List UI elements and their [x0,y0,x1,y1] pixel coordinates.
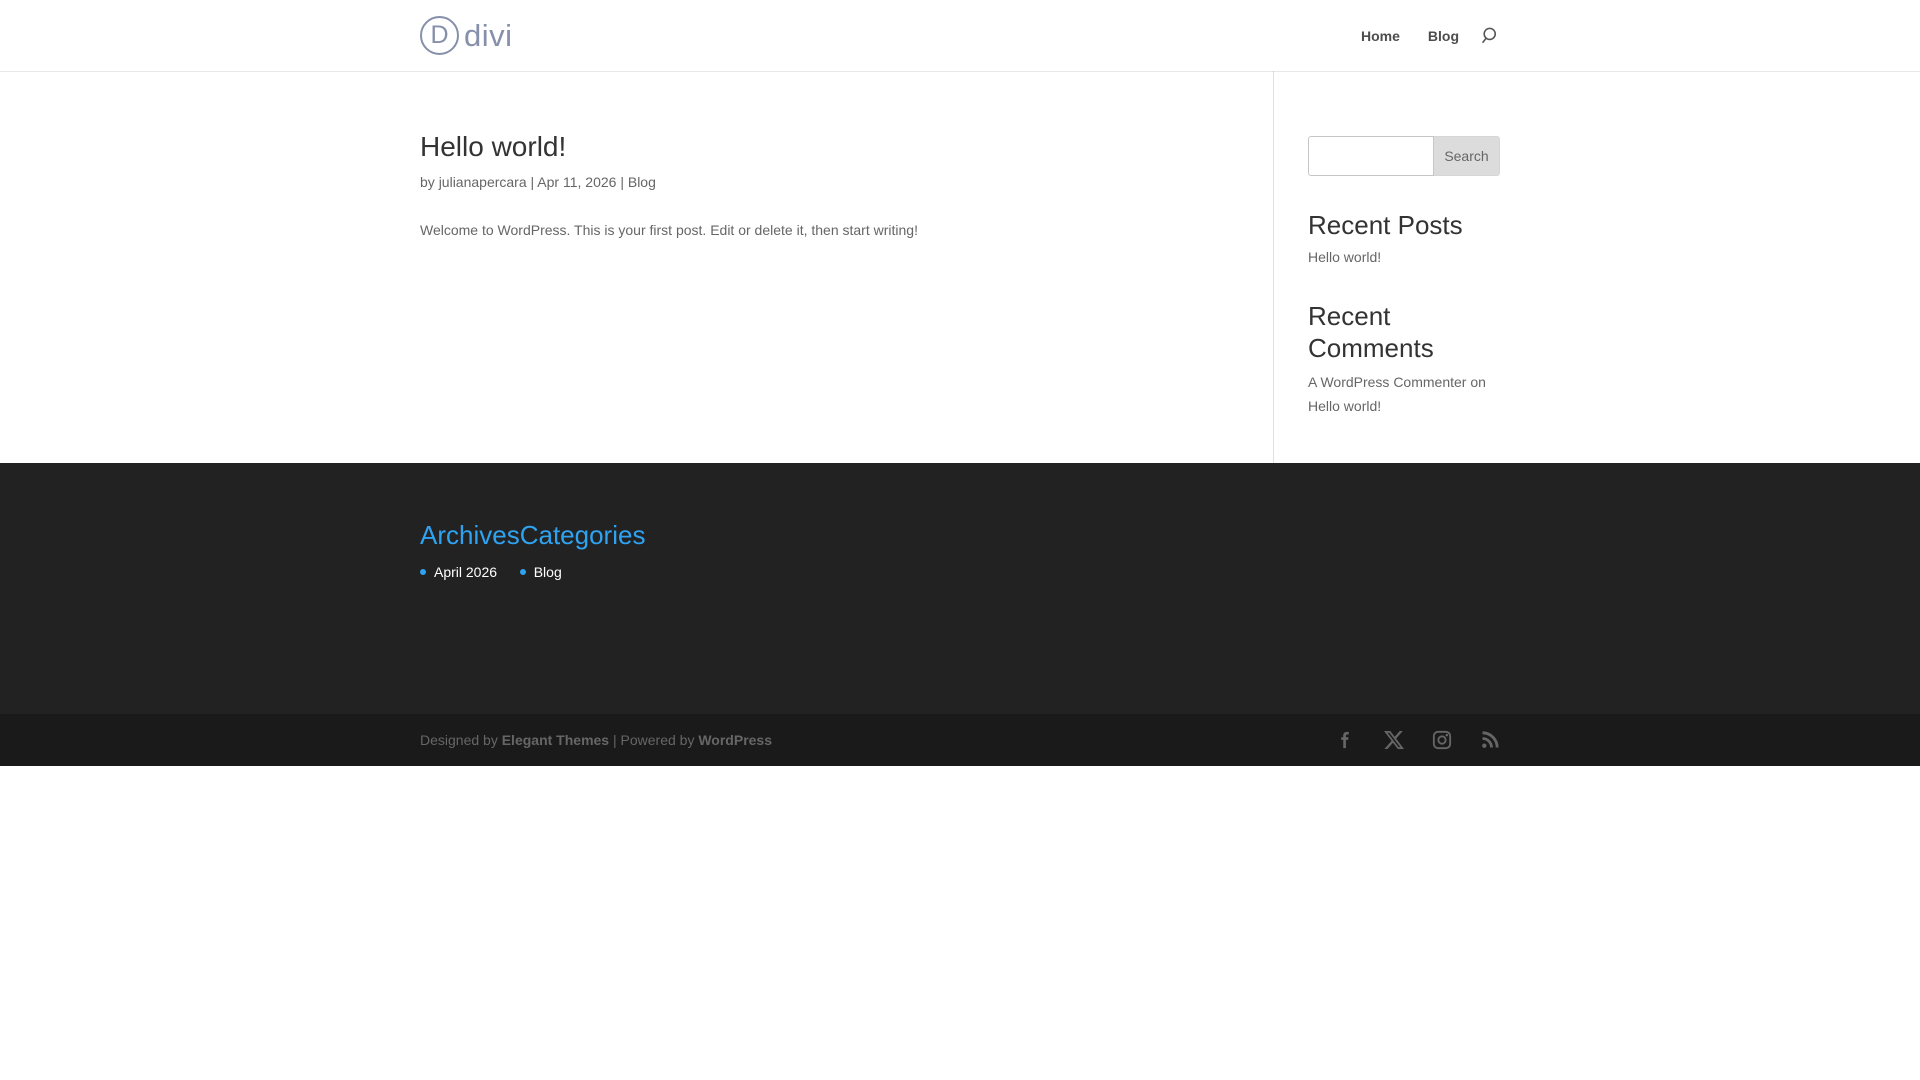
facebook-link[interactable] [1336,730,1356,750]
site-header: D divi Home Blog [0,0,1920,71]
page: D divi Home Blog Hello world! by juliana… [0,0,1920,766]
site-footer: Archives April 2026 Categories Blog Desi… [0,463,1920,766]
category-link[interactable]: Blog [628,174,656,190]
recent-post-link[interactable]: Hello world! [1308,247,1381,267]
meta-by-label: by [420,174,439,190]
x-link[interactable] [1384,730,1404,750]
facebook-icon [1341,731,1349,749]
categories-title: Categories [519,520,646,550]
post-article: Hello world! by julianapercara | Apr 11,… [420,71,1220,463]
logo-letter: D [430,21,449,49]
designed-by-label: Designed by [420,732,502,748]
main-nav: Home Blog [1333,26,1500,45]
search-button[interactable]: Search [1434,136,1500,176]
search-input[interactable] [1308,136,1434,176]
archive-link-april-2026[interactable]: April 2026 [420,562,520,582]
sidebar-search-form: Search [1308,136,1500,176]
meta-separator: | [526,174,538,190]
social-links [1308,730,1500,750]
comment-on-label: on [1466,374,1486,390]
author-link[interactable]: julianapercara [439,174,527,190]
rss-icon [1482,731,1499,748]
powered-by-label: | Powered by [609,732,699,748]
wordpress-link[interactable]: WordPress [698,732,772,748]
divi-logo-icon: D [420,16,459,55]
sidebar: Search Recent Posts Hello world! Recent … [1308,71,1500,463]
commented-post-link[interactable]: Hello world! [1308,398,1381,414]
recent-comment-item: A WordPress Commenter on Hello world! [1308,370,1500,418]
footer-widget-categories: Categories Blog [519,518,646,582]
site-logo[interactable]: D divi [420,16,513,55]
recent-comments-title: Recent Comments [1308,301,1434,363]
footer-credits: Designed by Elegant Themes | Powered by … [420,732,772,748]
elegant-themes-link[interactable]: Elegant Themes [502,732,609,748]
commenter-link[interactable]: A WordPress Commenter [1308,374,1466,390]
meta-separator: | [616,174,628,190]
post-date: Apr 11, 2026 [537,174,617,190]
footer-bottom-bar: Designed by Elegant Themes | Powered by … [0,714,1920,766]
instagram-icon [1432,730,1452,750]
footer-widgets-area: Archives April 2026 Categories Blog [0,463,1920,714]
recent-posts-title: Recent Posts [1308,210,1463,240]
search-icon[interactable] [1481,26,1500,45]
category-link-blog[interactable]: Blog [519,562,646,582]
x-icon [1384,730,1404,750]
rss-link[interactable] [1480,730,1500,750]
post-title[interactable]: Hello world! [420,130,1220,164]
post-excerpt: Welcome to WordPress. This is your first… [420,222,918,238]
nav-item-blog[interactable]: Blog [1428,28,1459,44]
archives-title: Archives [420,520,520,550]
main-content: Hello world! by julianapercara | Apr 11,… [0,71,1920,463]
content-sidebar-divider [1273,71,1274,463]
post-meta: by julianapercara | Apr 11, 2026 | Blog [420,172,1220,192]
nav-item-home[interactable]: Home [1361,28,1400,44]
instagram-link[interactable] [1432,730,1452,750]
logo-wordmark: divi [464,17,513,53]
footer-widget-archives: Archives April 2026 [420,518,520,582]
